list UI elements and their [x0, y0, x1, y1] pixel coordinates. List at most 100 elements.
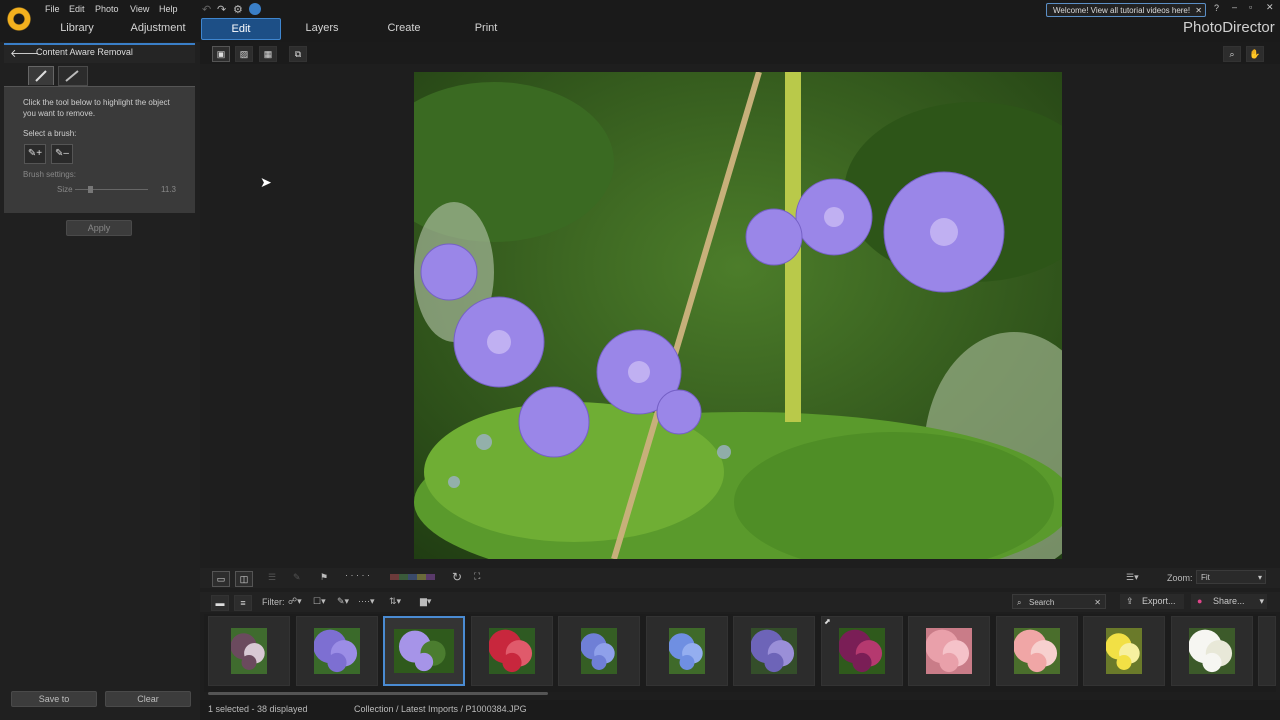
apply-button[interactable]: Apply — [66, 220, 132, 236]
rating-dots[interactable]: · · · · · — [345, 570, 370, 580]
filmstrip-thumbnail[interactable] — [1171, 616, 1253, 686]
thumbnail-image — [489, 628, 535, 674]
tab-adjustment[interactable]: Adjustment — [126, 18, 190, 38]
thumbnail-image — [1014, 628, 1060, 674]
menu-photo[interactable]: Photo — [95, 4, 119, 14]
filmstrip-thumbnail-partial[interactable] — [1258, 616, 1276, 686]
export-button[interactable]: ⇪ Export... — [1120, 594, 1184, 609]
help-icon[interactable]: ? — [1214, 3, 1219, 13]
add-brush-button[interactable]: ✎+ — [24, 144, 46, 164]
filmstrip-thumbnail[interactable] — [996, 616, 1078, 686]
view-compare-icon[interactable]: ⧉ — [289, 46, 307, 62]
settings-icon[interactable]: ⚙ — [233, 3, 243, 16]
panel-title: Content Aware Removal — [36, 47, 133, 57]
search-placeholder: Search — [1029, 598, 1055, 607]
single-view-icon[interactable]: ▭ — [212, 571, 230, 587]
brush-icon — [35, 70, 47, 82]
color-label-swatches[interactable] — [390, 574, 435, 580]
search-input[interactable]: ⌕ Search ✕ — [1012, 594, 1106, 609]
filmstrip-scrollbar[interactable] — [208, 692, 548, 695]
zoom-tool-icon[interactable]: ⌕ — [1223, 46, 1241, 62]
tab-layers[interactable]: Layers — [296, 18, 348, 38]
smart-brush-tool-tab[interactable] — [58, 66, 88, 86]
size-slider[interactable] — [75, 189, 148, 190]
edited-badge-icon: ⬈ — [824, 617, 831, 626]
thumbnail-image — [926, 628, 972, 674]
menu-file[interactable]: File — [45, 4, 60, 14]
app-logo-icon — [6, 6, 32, 32]
rotate-icon[interactable]: ↻ — [452, 570, 462, 584]
sort-icon[interactable]: ☰▾ — [1126, 572, 1139, 583]
filmstrip-thumbnail[interactable] — [1083, 616, 1165, 686]
tab-edit[interactable]: Edit — [201, 18, 281, 40]
select-menu-icon[interactable]: ▆▾ — [420, 596, 431, 607]
welcome-banner[interactable]: Welcome! View all tutorial videos here! … — [1046, 3, 1206, 17]
tab-library[interactable]: Library — [50, 18, 104, 38]
thumbnail-image — [581, 628, 617, 674]
undo-icon[interactable]: ↶ — [202, 3, 211, 16]
view-grid-icon[interactable]: ▦ — [259, 46, 277, 62]
compare-view-icon[interactable]: ◫ — [235, 571, 253, 587]
filmstrip-thumbnail[interactable] — [296, 616, 378, 686]
filmstrip-thumbnail[interactable] — [471, 616, 553, 686]
erase-brush-button[interactable]: ✎– — [51, 144, 73, 164]
menu-view[interactable]: View — [130, 4, 149, 14]
share-menu-icon: ▾ — [1259, 596, 1264, 606]
filmstrip-thumbnail[interactable] — [646, 616, 728, 686]
search-icon: ⌕ — [1017, 598, 1022, 607]
filmstrip-thumbnail[interactable] — [558, 616, 640, 686]
edit-metadata-icon[interactable]: ✎ — [293, 572, 301, 583]
menu-edit[interactable]: Edit — [69, 4, 85, 14]
stack-icon[interactable]: ☰ — [268, 572, 276, 583]
filmstrip-thumbnail[interactable] — [821, 616, 903, 686]
brand-name: PhotoDirector — [1183, 19, 1275, 36]
welcome-text[interactable]: Welcome! View all tutorial videos here! — [1053, 6, 1190, 15]
crop-screen-icon[interactable]: ⛶ — [474, 571, 480, 582]
tab-create[interactable]: Create — [378, 18, 430, 38]
filmstrip-view-icon[interactable]: ▬ — [211, 595, 229, 611]
share-icon: ● — [1197, 596, 1203, 606]
zoom-label: Zoom: — [1167, 573, 1193, 583]
main-photo[interactable] — [414, 72, 1062, 559]
brush-plus-icon: ✎+ — [27, 148, 43, 159]
clear-button[interactable]: Clear — [105, 691, 191, 707]
filmstrip-thumbnail[interactable] — [208, 616, 290, 686]
brush-settings-label: Brush settings: — [23, 170, 76, 179]
brush-tool-tab[interactable] — [28, 66, 54, 85]
filter-more-icon[interactable]: ····▾ — [358, 596, 375, 607]
size-value: 11.3 — [161, 185, 176, 194]
filter-edit-icon[interactable]: ✎▾ — [337, 596, 349, 607]
view-viewer-icon[interactable]: ▨ — [235, 46, 253, 62]
flag-icon[interactable]: ⚑ — [320, 572, 328, 583]
view-single-icon[interactable]: ▣ — [212, 46, 230, 62]
select-brush-label: Select a brush: — [23, 129, 77, 138]
export-label: Export... — [1142, 596, 1176, 606]
share-button[interactable]: ● Share... ▾ — [1191, 594, 1267, 609]
menu-help[interactable]: Help — [159, 4, 178, 14]
list-view-icon[interactable]: ≡ — [234, 595, 252, 611]
filter-frame-icon[interactable]: ☐▾ — [313, 596, 326, 607]
zoom-select[interactable]: Fit ▾ — [1196, 570, 1266, 584]
sort-order-icon[interactable]: ⇅▾ — [389, 596, 401, 607]
close-banner-icon[interactable]: ✕ — [1195, 4, 1202, 18]
close-icon[interactable]: ✕ — [1266, 2, 1274, 13]
clear-search-icon[interactable]: ✕ — [1094, 595, 1101, 610]
mouse-cursor-icon: ➤ — [260, 174, 272, 190]
save-to-button[interactable]: Save to — [11, 691, 97, 707]
redo-icon[interactable]: ↷ — [217, 3, 226, 16]
minimize-icon[interactable]: – — [1232, 2, 1237, 12]
tab-print[interactable]: Print — [462, 18, 510, 38]
restore-icon[interactable]: ▫ — [1249, 2, 1252, 12]
hand-tool-icon[interactable]: ✋ — [1246, 46, 1264, 62]
filmstrip-thumbnail[interactable] — [908, 616, 990, 686]
size-slider-knob[interactable] — [87, 186, 93, 193]
thumbnail-image — [231, 628, 267, 674]
thumbnail-image — [314, 628, 360, 674]
filmstrip-thumbnail[interactable] — [383, 616, 465, 686]
filmstrip-thumbnail[interactable] — [733, 616, 815, 686]
thumbnail-image — [669, 628, 705, 674]
account-icon[interactable] — [249, 3, 261, 15]
filter-people-icon[interactable]: ☍▾ — [288, 596, 302, 607]
view-toolbar — [200, 42, 1280, 64]
filter-label: Filter: — [262, 597, 285, 607]
